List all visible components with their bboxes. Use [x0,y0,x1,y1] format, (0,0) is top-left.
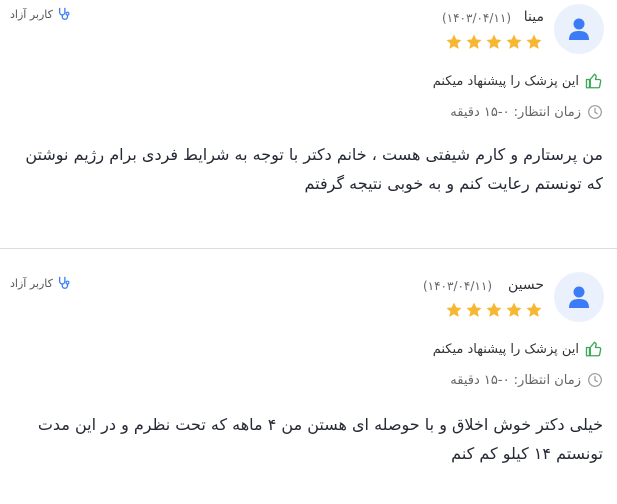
user-tag-label: کاربر آزاد [10,276,53,290]
recommend-row: این پزشک را پیشنهاد میکنم [433,72,603,90]
user-icon [569,286,589,308]
stethoscope-icon [58,7,70,20]
recommend-text: این پزشک را پیشنهاد میکنم [432,73,579,89]
reviewer-name: مینا [523,9,544,25]
user-tag: کاربر آزاد [10,7,71,21]
review-date: (۱۴۰۳/۰۴/۱۱) [441,11,511,25]
thumbs-up-icon [585,341,602,357]
star-icon [486,302,502,317]
thumbs-up-icon [585,73,602,89]
star-icon [466,34,482,49]
recommend-row: این پزشک را پیشنهاد میکنم [433,340,603,358]
review-card: حسین (۱۴۰۳/۰۴/۱۱) کاربر آزاد این پزشک را… [0,268,617,504]
review-card: مینا (۱۴۰۳/۰۴/۱۱) کاربر آزاد این پزشک را… [0,0,617,236]
wait-time-row: زمان انتظار: ۰-۱۵ دقیقه [450,104,603,120]
review-date: (۱۴۰۳/۰۴/۱۱) [422,279,492,293]
user-tag: کاربر آزاد [10,276,71,290]
recommend-text: این پزشک را پیشنهاد میکنم [432,341,579,357]
star-icon [466,302,482,317]
star-icon [446,302,462,317]
user-tag-label: کاربر آزاد [10,7,53,21]
star-icon [506,302,522,317]
wait-time-row: زمان انتظار: ۰-۱۵ دقیقه [450,372,603,388]
wait-time-text: زمان انتظار: ۰-۱۵ دقیقه [450,104,581,120]
review-text: من پرستارم و کارم شیفتی هست ، خانم دکتر … [25,145,603,193]
rating-stars [445,301,543,319]
star-icon [526,34,542,49]
star-icon [506,34,522,49]
review-text: خیلی دکتر خوش اخلاق و با حوصله ای هستن م… [37,415,603,463]
star-icon [446,34,462,49]
stethoscope-icon [58,276,70,289]
clock-icon [588,105,602,119]
avatar [554,4,604,54]
divider [0,248,617,249]
clock-icon [588,373,602,387]
star-icon [526,302,542,317]
user-icon [569,18,589,40]
rating-stars [445,33,543,51]
avatar [554,272,604,322]
star-icon [486,34,502,49]
wait-time-text: زمان انتظار: ۰-۱۵ دقیقه [450,372,581,388]
reviewer-name: حسین [507,277,544,293]
